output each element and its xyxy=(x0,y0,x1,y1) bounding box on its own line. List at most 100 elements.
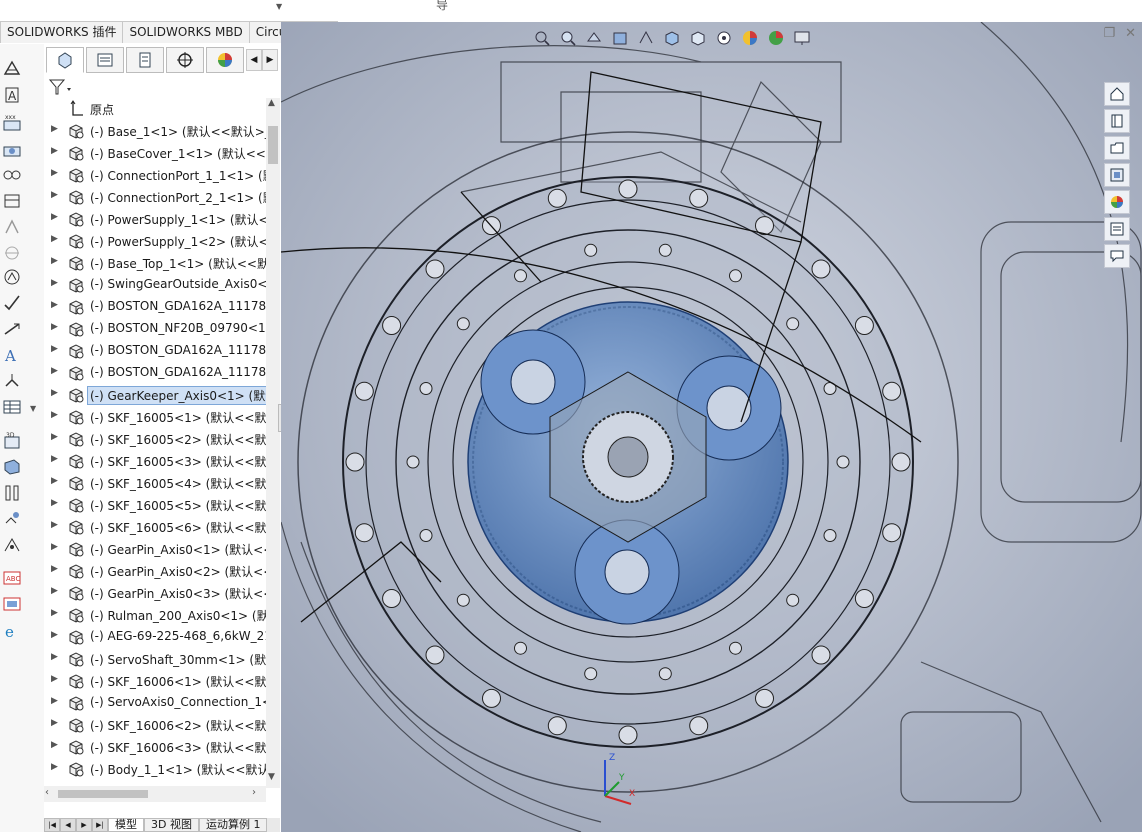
table-icon[interactable] xyxy=(0,396,24,418)
hide-show-items-icon[interactable] xyxy=(713,27,735,49)
tree-item-component[interactable]: ▶ (-) BOSTON_NF20B_09790<1> xyxy=(44,318,266,340)
view-orientation-icon[interactable] xyxy=(661,27,683,49)
tree-item-component[interactable]: ▶ (-) AEG-69-225-468_6,6kW_21 xyxy=(44,626,266,648)
tree-item-component[interactable]: ▶ (-) Body_1_1<1> (默认<<默认 xyxy=(44,758,266,780)
expand-arrow-icon[interactable]: ▶ xyxy=(51,586,58,596)
tree-item-component[interactable]: ▶ (-) Base_Top_1<1> (默认<<默 xyxy=(44,252,266,274)
tree-item-component[interactable]: ▶ (-) SKF_16006<1> (默认<<默认 xyxy=(44,670,266,692)
previous-view-icon[interactable] xyxy=(583,27,605,49)
expand-arrow-icon[interactable]: ▶ xyxy=(51,212,58,222)
tab-solidworks-mbd[interactable]: SOLIDWORKS MBD xyxy=(122,21,250,43)
expand-arrow-icon[interactable]: ▶ xyxy=(51,410,58,420)
tab-model[interactable]: 模型 xyxy=(108,818,144,832)
tree-item-component[interactable]: ▶ (-) SKF_16005<6> (默认<<默认 xyxy=(44,516,266,538)
tree-item-component[interactable]: ▶ (-) SKF_16005<1> (默认<<默认 xyxy=(44,406,266,428)
horizontal-scroll-thumb[interactable] xyxy=(58,790,148,798)
expand-arrow-icon[interactable]: ▶ xyxy=(51,498,58,508)
expand-arrow-icon[interactable]: ▶ xyxy=(51,168,58,178)
reference-geometry-icon[interactable] xyxy=(0,242,24,264)
mate-icon[interactable]: A xyxy=(0,84,24,106)
tree-item-origin[interactable]: 原点 xyxy=(44,98,266,120)
scroll-down-icon[interactable]: ▼ xyxy=(268,772,275,782)
section-view-toolbar-icon[interactable] xyxy=(609,27,631,49)
tree-item-component[interactable]: ▶ (-) SKF_16006<3> (默认<<默认 xyxy=(44,736,266,758)
tree-item-component[interactable]: ▶ (-) SKF_16005<2> (默认<<默认 xyxy=(44,428,266,450)
custom-properties-icon[interactable] xyxy=(1104,217,1130,241)
next-tab-button[interactable]: ▶ xyxy=(76,818,92,832)
chevron-down-icon[interactable]: ▼ xyxy=(30,404,36,413)
tree-item-component[interactable]: ▶ (-) ConnectionPort_1_1<1> (默 xyxy=(44,164,266,186)
close-icon[interactable]: ✕ xyxy=(1125,26,1136,41)
expand-arrow-icon[interactable]: ▶ xyxy=(51,630,58,640)
display-style-icon[interactable] xyxy=(687,27,709,49)
tree-item-component[interactable]: ▶ (-) GearPin_Axis0<3> (默认<< xyxy=(44,582,266,604)
tree-item-component[interactable]: ▶ (-) GearPin_Axis0<2> (默认<< xyxy=(44,560,266,582)
expand-arrow-icon[interactable]: ▶ xyxy=(51,124,58,134)
exploded-view-icon[interactable] xyxy=(0,318,24,340)
expand-arrow-icon[interactable]: ▶ xyxy=(51,190,58,200)
expand-arrow-icon[interactable]: ▶ xyxy=(51,696,58,706)
tree-vertical-scrollbar[interactable]: ▲ ▼ xyxy=(266,98,280,788)
tree-item-component[interactable]: ▶ (-) ConnectionPort_2_1<1> (默 xyxy=(44,186,266,208)
appearances-scenes-icon[interactable] xyxy=(1104,190,1130,214)
tab-scroll-right-button[interactable]: ▶ xyxy=(262,49,278,71)
edrawings-icon[interactable]: e xyxy=(0,620,24,642)
expand-arrow-icon[interactable]: ▶ xyxy=(51,278,58,288)
expand-arrow-icon[interactable]: ▶ xyxy=(51,454,58,464)
tab-3d-views[interactable]: 3D 视图 xyxy=(144,818,199,832)
tree-item-component[interactable]: ▶ (-) Rulman_200_Axis0<1> (默认 xyxy=(44,604,266,626)
feature-manager-tree-tab[interactable] xyxy=(46,47,84,73)
expand-arrow-icon[interactable]: ▶ xyxy=(51,146,58,156)
tree-item-component[interactable]: ▶ (-) BOSTON_GDA162A_11178< xyxy=(44,340,266,362)
update-speedpak-icon[interactable] xyxy=(0,370,24,392)
prev-tab-button[interactable]: ◀ xyxy=(60,818,76,832)
insert-components-icon[interactable] xyxy=(0,58,24,80)
display-manager-tab[interactable] xyxy=(206,47,244,73)
zoom-to-fit-icon[interactable] xyxy=(531,27,553,49)
expand-arrow-icon[interactable]: ▶ xyxy=(51,608,58,618)
apply-scene-icon[interactable] xyxy=(765,27,787,49)
section-view-icon[interactable] xyxy=(0,456,24,478)
tab-motion-study[interactable]: 运动算例 1 xyxy=(198,818,268,832)
solidworks-resources-icon[interactable] xyxy=(1104,82,1130,106)
expand-arrow-icon[interactable]: ▶ xyxy=(51,432,58,442)
expand-arrow-icon[interactable]: ▶ xyxy=(51,234,58,244)
new-motion-study-icon[interactable] xyxy=(0,266,24,288)
move-component-icon[interactable] xyxy=(0,164,24,186)
expand-arrow-icon[interactable]: ▶ xyxy=(51,718,58,728)
interference-detection-icon[interactable] xyxy=(0,482,24,504)
first-tab-button[interactable]: |◀ xyxy=(44,818,60,832)
graphics-viewport[interactable]: ❐ ✕ Z X Y xyxy=(281,22,1142,832)
design-library-icon[interactable] xyxy=(1104,109,1130,133)
zoom-to-area-icon[interactable] xyxy=(557,27,579,49)
expand-arrow-icon[interactable]: ▶ xyxy=(51,322,58,332)
show-hidden-icon[interactable] xyxy=(0,190,24,212)
instant3d-icon[interactable]: A xyxy=(0,344,24,366)
tree-item-component[interactable]: ▶ (-) BOSTON_GDA162A_11178< xyxy=(44,362,266,384)
tree-horizontal-scrollbar[interactable]: ‹ › xyxy=(44,786,266,802)
measure-icon[interactable]: ABC xyxy=(0,566,24,588)
expand-arrow-icon[interactable]: ▶ xyxy=(51,388,58,398)
dim-xpert-tab[interactable] xyxy=(166,47,204,73)
expand-arrow-icon[interactable]: ▶ xyxy=(51,542,58,552)
hole-alignment-icon[interactable] xyxy=(0,534,24,556)
tree-item-component[interactable]: ▶ (-) GearPin_Axis0<1> (默认<< xyxy=(44,538,266,560)
expand-arrow-icon[interactable]: ▶ xyxy=(51,674,58,684)
expand-arrow-icon[interactable]: ▶ xyxy=(51,344,58,354)
scroll-thumb[interactable] xyxy=(268,126,278,164)
expand-arrow-icon[interactable]: ▶ xyxy=(51,652,58,662)
view-palette-icon[interactable] xyxy=(1104,163,1130,187)
file-explorer-icon[interactable] xyxy=(1104,136,1130,160)
clearance-verification-icon[interactable] xyxy=(0,508,24,530)
tree-item-component[interactable]: ▶ (-) BOSTON_GDA162A_11178< xyxy=(44,296,266,318)
restore-icon[interactable]: ❐ xyxy=(1103,26,1115,41)
expand-arrow-icon[interactable]: ▶ xyxy=(51,366,58,376)
tree-item-component[interactable]: ▶ (-) ServoAxis0_Connection_1< xyxy=(44,692,266,714)
scroll-right-icon[interactable]: › xyxy=(252,787,256,798)
tree-item-component[interactable]: ▶ (-) Base_1<1> (默认<<默认>_显 xyxy=(44,120,266,142)
last-tab-button[interactable]: ▶| xyxy=(92,818,108,832)
expand-arrow-icon[interactable]: ▶ xyxy=(51,476,58,486)
tree-item-component[interactable]: ▶ (-) GearKeeper_Axis0<1> (默认 xyxy=(44,384,266,406)
tree-item-component[interactable]: ▶ (-) SKF_16005<5> (默认<<默认 xyxy=(44,494,266,516)
tree-item-component[interactable]: ▶ (-) SKF_16005<3> (默认<<默认 xyxy=(44,450,266,472)
